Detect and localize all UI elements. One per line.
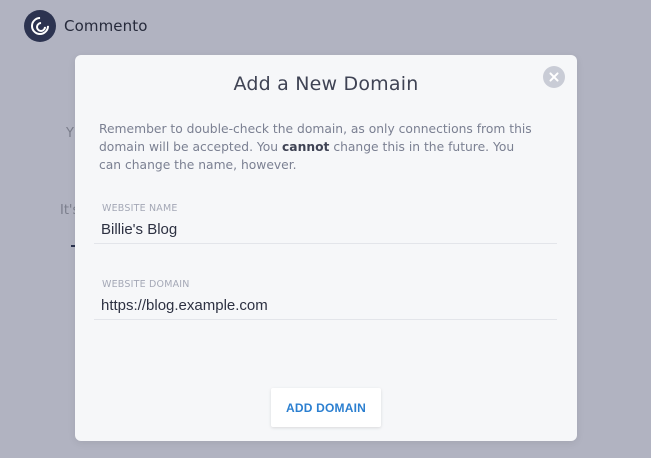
add-domain-button[interactable]: ADD DOMAIN <box>271 388 381 427</box>
notice-emphasis: cannot <box>282 140 330 155</box>
website-name-field: WEBSITE NAME <box>94 201 557 244</box>
website-domain-label: WEBSITE DOMAIN <box>102 279 190 290</box>
website-domain-input[interactable] <box>101 294 551 316</box>
website-name-input[interactable] <box>101 218 551 240</box>
brand-name: Commento <box>64 17 148 35</box>
website-domain-field: WEBSITE DOMAIN <box>94 277 557 320</box>
add-domain-modal: Add a New Domain Remember to double-chec… <box>75 55 577 441</box>
website-name-label: WEBSITE NAME <box>102 203 178 214</box>
app-header: Commento <box>24 10 147 42</box>
modal-title: Add a New Domain <box>233 73 419 95</box>
commento-logo-icon <box>24 10 56 42</box>
background-text-fragment: Y <box>66 126 74 141</box>
domain-notice: Remember to double-check the domain, as … <box>99 120 539 175</box>
close-icon[interactable] <box>543 66 565 88</box>
